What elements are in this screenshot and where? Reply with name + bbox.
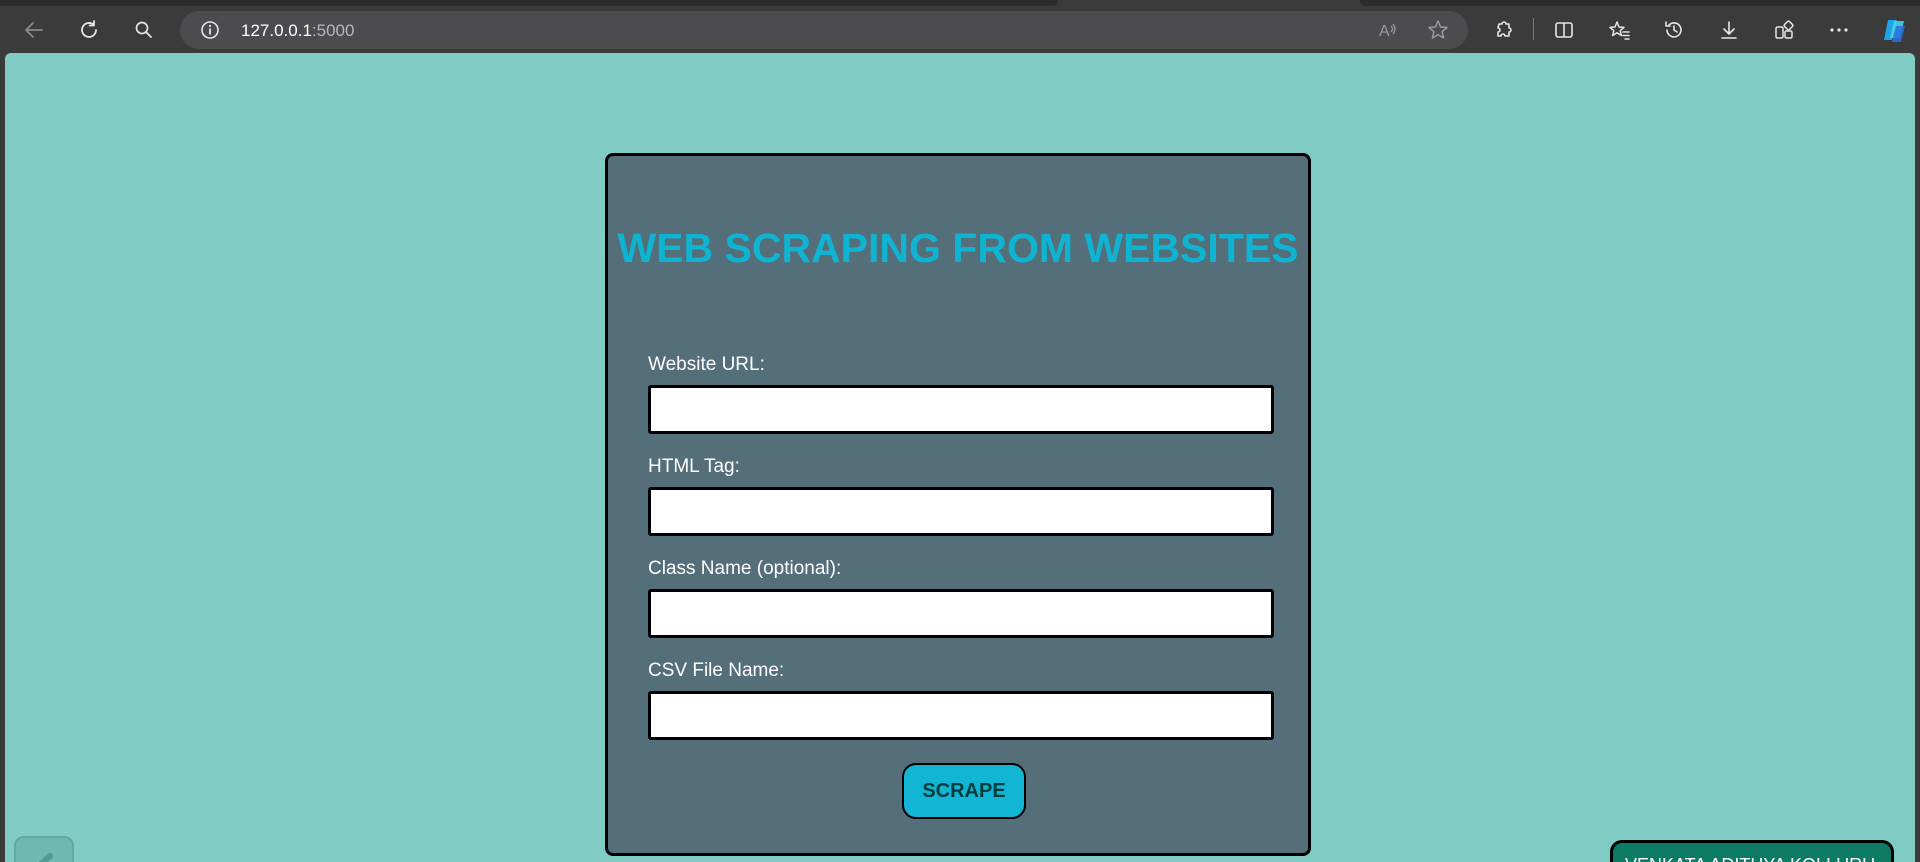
url-port: :5000 (311, 21, 355, 40)
info-icon[interactable] (200, 20, 220, 40)
collections-icon[interactable] (1768, 14, 1800, 46)
class-name-label: Class Name (optional): (648, 558, 842, 579)
download-icon[interactable] (1713, 14, 1745, 46)
chevron-left-icon (38, 853, 53, 862)
website-url-label: Website URL: (648, 354, 765, 375)
favorites-icon[interactable] (1603, 14, 1635, 46)
floating-corner-button[interactable] (14, 836, 74, 862)
page-title: WEB SCRAPING FROM WEBSITES (617, 225, 1299, 271)
html-tag-input[interactable] (648, 487, 1274, 536)
scraper-form-card: WEB SCRAPING FROM WEBSITES Website URL: … (605, 153, 1311, 856)
tab-strip-right (1360, 0, 1920, 6)
extensions-icon[interactable] (1488, 14, 1520, 46)
back-arrow-icon[interactable] (18, 14, 50, 46)
csv-file-name-input[interactable] (648, 691, 1274, 740)
refresh-icon[interactable] (73, 14, 105, 46)
star-icon[interactable] (1426, 18, 1450, 42)
more-icon[interactable] (1823, 14, 1855, 46)
scrape-button[interactable]: SCRAPE (902, 763, 1026, 819)
split-screen-icon[interactable] (1548, 14, 1580, 46)
author-badge: VENKATA ADITHYA KOLLURU (1610, 840, 1894, 862)
url-text[interactable]: 127.0.0.1:5000 (241, 21, 354, 41)
csv-file-name-label: CSV File Name: (648, 660, 785, 681)
search-icon[interactable] (128, 14, 160, 46)
html-tag-label: HTML Tag: (648, 456, 740, 477)
address-bar[interactable]: 127.0.0.1:5000 A (180, 11, 1468, 49)
browser-toolbar: 127.0.0.1:5000 A (0, 0, 1920, 53)
class-name-input[interactable] (648, 589, 1274, 638)
website-url-input[interactable] (648, 385, 1274, 434)
tab-strip-left (0, 0, 1058, 6)
page-viewport: WEB SCRAPING FROM WEBSITES Website URL: … (5, 53, 1915, 862)
read-aloud-icon[interactable]: A (1376, 18, 1400, 42)
svg-text:A: A (1379, 23, 1390, 40)
toolbar-separator (1533, 18, 1534, 40)
url-host: 127.0.0.1 (241, 21, 312, 40)
copilot-icon[interactable] (1878, 14, 1910, 46)
history-icon[interactable] (1658, 14, 1690, 46)
